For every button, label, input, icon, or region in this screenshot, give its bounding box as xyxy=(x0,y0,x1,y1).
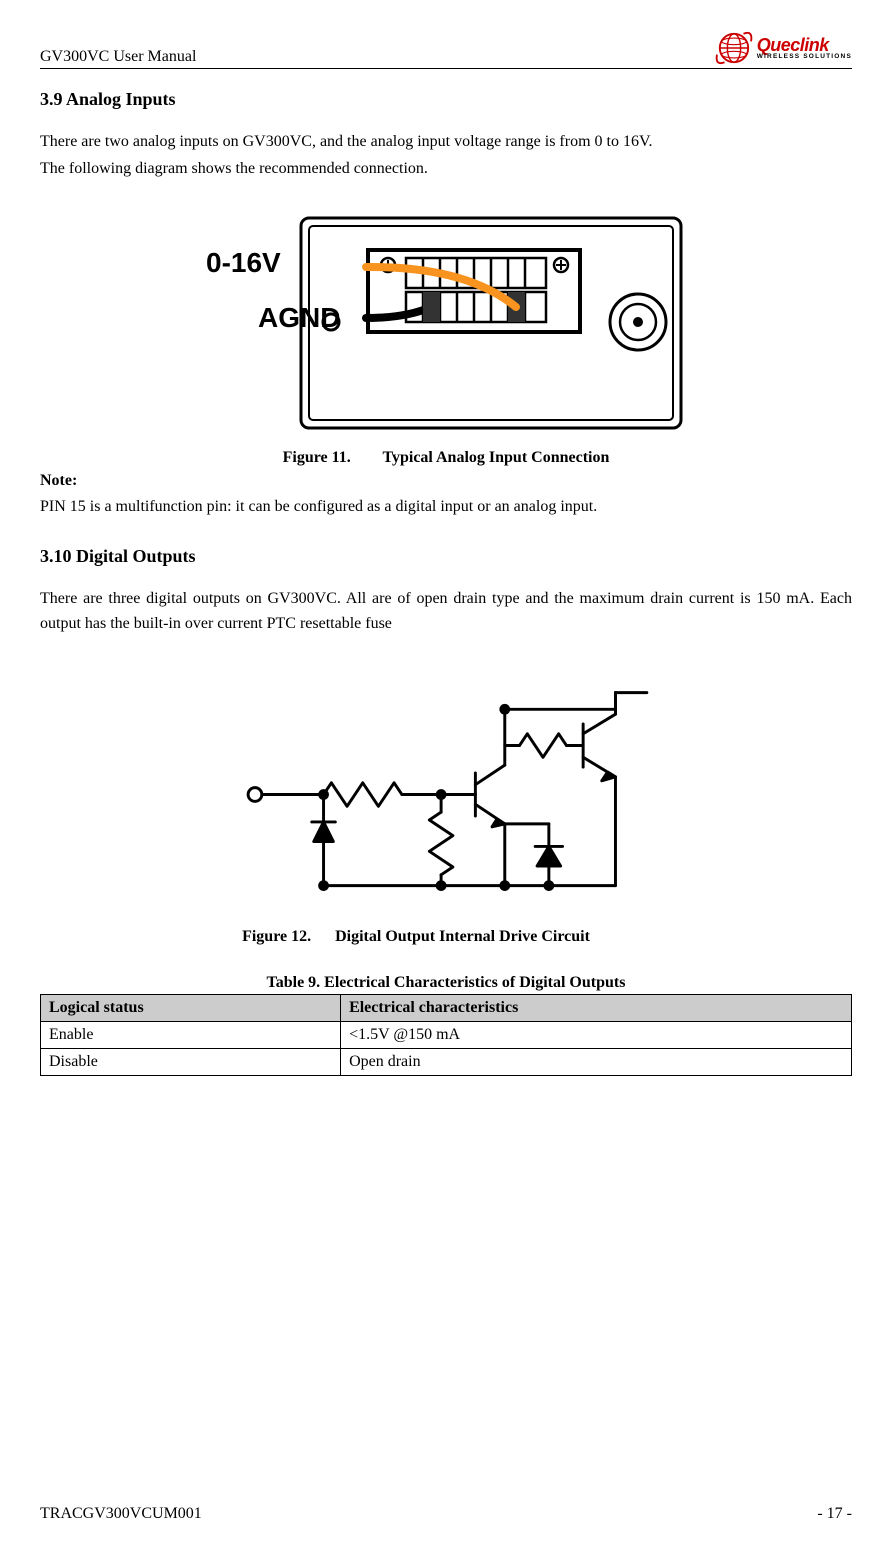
logo-tagline: WIRELESS SOLUTIONS xyxy=(757,54,852,61)
section-3-9-p1: There are two analog inputs on GV300VC, … xyxy=(40,130,852,155)
table-9: Logical status Electrical characteristic… xyxy=(40,994,852,1076)
section-3-10-p1: There are three digital outputs on GV300… xyxy=(40,587,852,637)
table-row: Enable <1.5V @150 mA xyxy=(41,1021,852,1048)
table-cell: Enable xyxy=(41,1021,341,1048)
table-row: Disable Open drain xyxy=(41,1048,852,1075)
section-3-10-heading: 3.10 Digital Outputs xyxy=(40,546,852,567)
page-footer: TRACGV300VCUM001 - 17 - xyxy=(40,1505,852,1523)
figure-11-caption: Figure 11. Typical Analog Input Connecti… xyxy=(40,449,852,467)
figure-12-title: Digital Output Internal Drive Circuit xyxy=(335,928,590,945)
page-header: GV300VC User Manual Queclink WIRELESS SO… xyxy=(40,30,852,69)
digital-output-circuit-icon xyxy=(231,675,661,915)
doc-title: GV300VC User Manual xyxy=(40,48,196,66)
analog-input-diagram-icon: 0-16V AGND xyxy=(206,210,686,436)
note-label: Note: xyxy=(40,472,77,489)
table-9-caption: Table 9. Electrical Characteristics of D… xyxy=(40,974,852,992)
figure-12-number: Figure 12. xyxy=(242,928,311,946)
figure-12 xyxy=(40,675,852,920)
queclink-globe-icon xyxy=(715,30,753,66)
figure-11: 0-16V AGND xyxy=(40,210,852,441)
table-header-row: Logical status Electrical characteristic… xyxy=(41,994,852,1021)
table-header-cell: Electrical characteristics xyxy=(341,994,852,1021)
footer-page-number: - 17 - xyxy=(817,1505,852,1523)
figure-11-title: Typical Analog Input Connection xyxy=(383,449,610,466)
table-header-cell: Logical status xyxy=(41,994,341,1021)
svg-text:0-16V: 0-16V xyxy=(206,247,281,278)
table-cell: <1.5V @150 mA xyxy=(341,1021,852,1048)
footer-doc-id: TRACGV300VCUM001 xyxy=(40,1505,202,1523)
table-cell: Disable xyxy=(41,1048,341,1075)
logo-brand-name: Queclink xyxy=(757,36,852,54)
svg-text:AGND: AGND xyxy=(258,302,340,333)
section-3-9-heading: 3.9 Analog Inputs xyxy=(40,89,852,110)
note-text: PIN 15 is a multifunction pin: it can be… xyxy=(40,495,852,520)
section-3-9-p2: The following diagram shows the recommen… xyxy=(40,157,852,182)
table-cell: Open drain xyxy=(341,1048,852,1075)
brand-logo: Queclink WIRELESS SOLUTIONS xyxy=(715,30,852,66)
figure-11-number: Figure 11. xyxy=(283,449,351,467)
figure-12-caption: Figure 12. Digital Output Internal Drive… xyxy=(40,928,852,946)
